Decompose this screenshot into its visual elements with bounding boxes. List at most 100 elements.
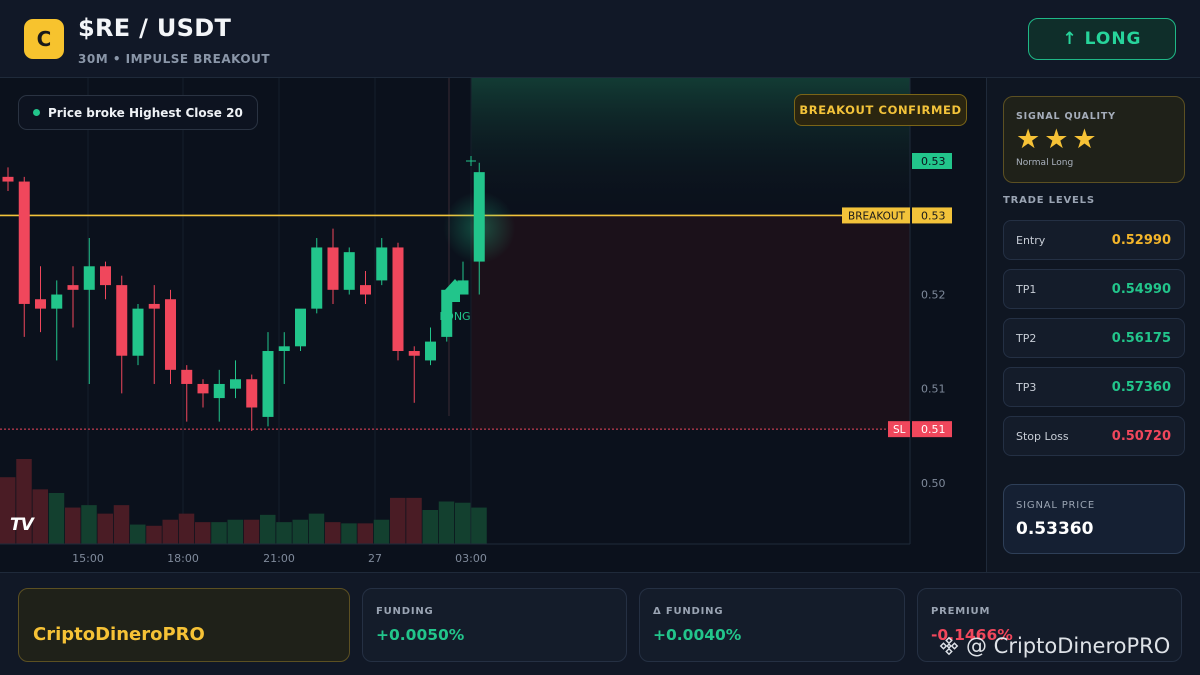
candle-body [327, 247, 339, 290]
delta-funding-value: +0.0040% [653, 626, 742, 644]
candle-body [230, 379, 241, 389]
source-watermark: @ CriptoDineroPRO [938, 634, 1170, 658]
right-panel: SIGNAL QUALITY ★★★ Normal Long TRADE LEV… [986, 78, 1200, 572]
signal-screen: C $RE / USDT 30M • IMPULSE BREAKOUT ↑ LO… [0, 0, 1200, 675]
volume-bar [341, 523, 357, 544]
breakout-confirmed-badge: BREAKOUT CONFIRMED [794, 94, 967, 126]
candle-body [165, 299, 176, 370]
candle-body [343, 252, 355, 290]
volume-bar [373, 519, 390, 544]
level-name: TP3 [1016, 380, 1037, 394]
time-tick-label: 18:00 [167, 552, 199, 565]
funding-card: FUNDING +0.0050% [362, 588, 627, 662]
status-dot-icon [33, 109, 40, 116]
candle-body [278, 346, 290, 352]
volume-bar [243, 519, 260, 544]
level-value: 0.54990 [1111, 281, 1171, 297]
level-tp1: TP1 0.54990 [1003, 269, 1185, 309]
app-logo: C [24, 19, 64, 59]
candle-body [213, 383, 225, 399]
long-button[interactable]: ↑ LONG [1028, 18, 1176, 60]
candle-body [18, 181, 30, 304]
level-tp3: TP3 0.57360 [1003, 367, 1185, 407]
volume-bar [211, 522, 227, 544]
volume-bar [390, 497, 406, 544]
candle-body [311, 247, 323, 309]
candle-body [2, 176, 14, 182]
volume-bar [146, 525, 162, 544]
volume-bar [406, 497, 422, 544]
candle-body [392, 247, 404, 352]
volume-bar [32, 489, 48, 544]
brand-card: CriptoDineroPRO [18, 588, 350, 662]
level-name: TP1 [1016, 282, 1037, 296]
candle-body [67, 285, 79, 290]
tradingview-logo-icon: TV [10, 515, 34, 535]
sl-tag-label: SL [893, 424, 906, 436]
signal-price-card: SIGNAL PRICE 0.53360 [1003, 484, 1185, 554]
volume-bar [308, 513, 325, 544]
long-button-label: ↑ LONG [1062, 29, 1142, 49]
status-pill: Price broke Highest Close 20 [18, 95, 258, 130]
star-rating-icon: ★★★ [1016, 124, 1101, 155]
level-name: TP2 [1016, 331, 1037, 345]
binance-logo-icon [939, 636, 959, 656]
candle-body [148, 303, 160, 309]
time-tick-label: 27 [368, 552, 382, 565]
timeframe-subtitle: 30M • IMPULSE BREAKOUT [78, 52, 271, 66]
volume-bar [357, 523, 373, 544]
volume-bar [65, 507, 81, 544]
trade-levels-title: TRADE LEVELS [1003, 195, 1095, 206]
current-price-value: 0.53 [921, 155, 946, 168]
volume-bar [455, 502, 471, 544]
signal-quality-card: SIGNAL QUALITY ★★★ Normal Long [1003, 96, 1185, 183]
volume-bar [292, 519, 308, 544]
long-signal-label: LONG [439, 310, 470, 323]
candle-body [51, 294, 63, 309]
candle-body [408, 351, 420, 356]
funding-value: +0.0050% [376, 626, 465, 644]
volume-bar [81, 505, 97, 544]
signal-price-label: SIGNAL PRICE [1016, 500, 1095, 511]
volume-bar [48, 493, 65, 544]
delta-funding-card: Δ FUNDING +0.0040% [639, 588, 905, 662]
signal-quality-rating: Normal Long [1016, 158, 1074, 168]
time-tick-label: 15:00 [72, 552, 104, 565]
volume-bar [438, 501, 455, 544]
header: C $RE / USDT 30M • IMPULSE BREAKOUT ↑ LO… [0, 0, 1200, 78]
level-value: 0.52990 [1111, 232, 1171, 248]
price-chart[interactable]: LONG0.540.520.510.5015:0018:0021:002703:… [0, 78, 986, 572]
level-tp2: TP2 0.56175 [1003, 318, 1185, 358]
level-value: 0.57360 [1111, 379, 1171, 395]
sl-price-value: 0.51 [921, 423, 946, 436]
volume-bar [195, 522, 211, 544]
candle-body [262, 351, 274, 417]
volume-bar [227, 519, 243, 544]
delta-funding-label: Δ FUNDING [653, 606, 724, 617]
candle-body [116, 285, 128, 356]
footer: CriptoDineroPRO FUNDING +0.0050% Δ FUNDI… [0, 572, 1200, 675]
volume-bar [178, 513, 195, 544]
candle-body [197, 383, 209, 394]
signal-quality-label: SIGNAL QUALITY [1016, 111, 1116, 122]
pair-title: $RE / USDT [78, 14, 232, 42]
candle-body [83, 266, 95, 290]
candle-body [295, 308, 306, 347]
volume-bar [162, 519, 178, 544]
breakout-tag-label: BREAKOUT [848, 210, 906, 222]
level-name: Entry [1016, 233, 1046, 247]
level-entry: Entry 0.52990 [1003, 220, 1185, 260]
volume-bar [471, 507, 487, 544]
candle-body [360, 285, 371, 295]
candle-body [132, 308, 144, 356]
time-tick-label: 03:00 [455, 552, 487, 565]
level-value: 0.56175 [1111, 330, 1171, 346]
price-tick-label: 0.50 [921, 477, 946, 490]
candle-body [376, 247, 388, 281]
candle-body [35, 299, 46, 309]
funding-label: FUNDING [376, 606, 434, 617]
brand-name: CriptoDineroPRO [33, 624, 205, 645]
candle-body [181, 369, 193, 384]
volume-bar [130, 524, 146, 544]
level-name: Stop Loss [1016, 429, 1069, 443]
